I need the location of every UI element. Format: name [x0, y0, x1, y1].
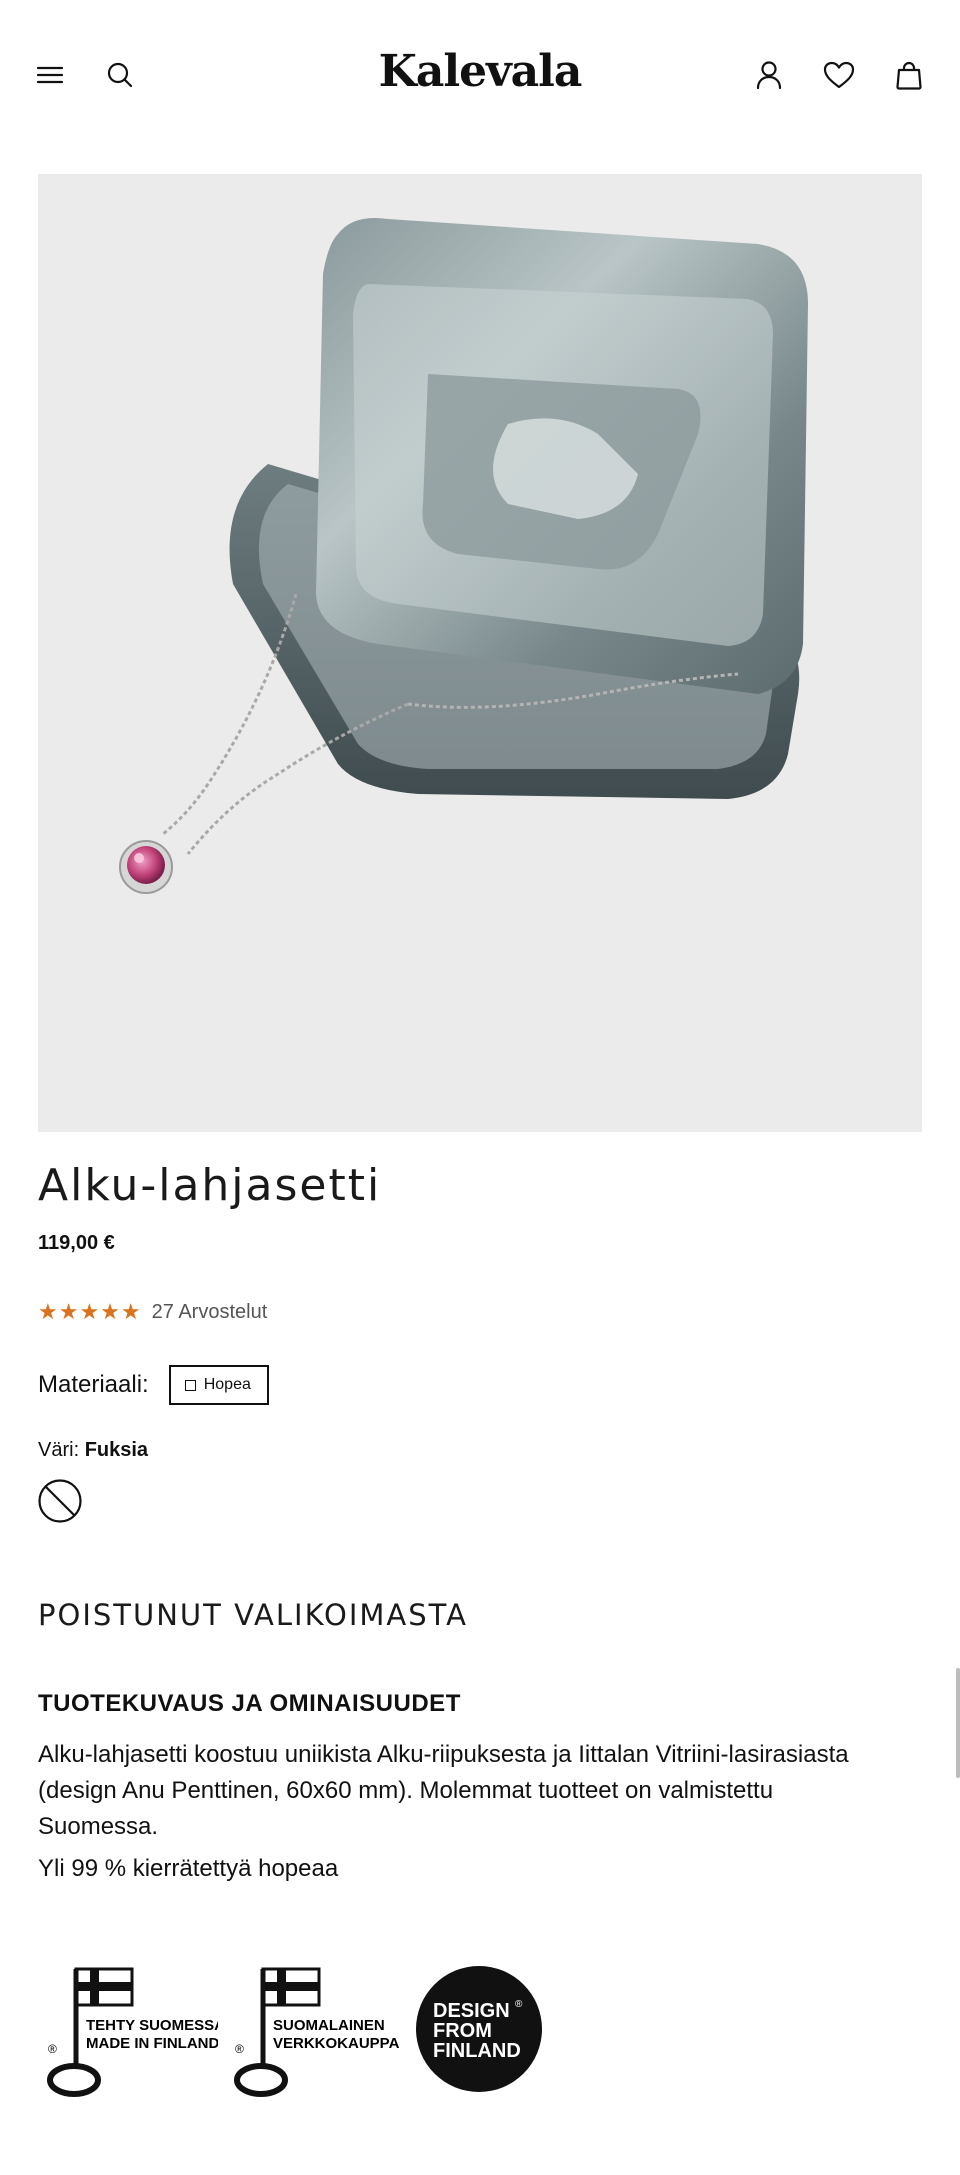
- reviews-link[interactable]: 27 Arvostelut: [152, 1301, 268, 1324]
- color-label: Väri:: [38, 1439, 80, 1461]
- color-value: Fuksia: [84, 1439, 149, 1461]
- star-rating-icon: ★★★★★: [38, 1300, 142, 1325]
- product-title: Alku-lahjasetti: [38, 1160, 382, 1211]
- recycled-note: Yli 99 % kierrätettyä hopeaa: [38, 1855, 339, 1882]
- badge1-line2: MADE IN FINLAND: [86, 2035, 218, 2052]
- material-option-hopea[interactable]: Hopea: [168, 1365, 269, 1405]
- badge1-line1: TEHTY SUOMESSA: [86, 2017, 218, 2034]
- product-price: 119,00 €: [38, 1232, 115, 1254]
- site-logo[interactable]: Kalevala: [0, 46, 960, 97]
- heart-icon[interactable]: [819, 55, 859, 95]
- scrollbar[interactable]: [956, 1668, 960, 1778]
- badge3-line3: FINLAND: [433, 2040, 521, 2062]
- description-heading: TUOTEKUVAUS JA OMINAISUUDET: [38, 1690, 461, 1717]
- product-image[interactable]: [38, 174, 922, 1132]
- availability-status: POISTUNUT VALIKOIMASTA: [38, 1598, 468, 1632]
- color-label-row: Väri: Fuksia: [38, 1439, 148, 1462]
- badge3-line1: DESIGN: [433, 2000, 510, 2022]
- color-swatch-unavailable[interactable]: [38, 1479, 82, 1523]
- square-icon: [184, 1379, 196, 1391]
- svg-text:®: ®: [515, 1999, 523, 2010]
- badge3-line2: FROM: [433, 2020, 492, 2042]
- material-selector: Materiaali: Hopea: [38, 1365, 269, 1405]
- finnish-webshop-badge: SUOMALAINEN VERKKOKAUPPA ®: [225, 1965, 405, 2105]
- design-from-finland-badge: DESIGN FROM FINLAND ®: [415, 1965, 545, 2100]
- svg-text:®: ®: [48, 2042, 57, 2056]
- bag-icon[interactable]: [889, 55, 929, 95]
- account-icon[interactable]: [749, 55, 789, 95]
- made-in-finland-badge: TEHTY SUOMESSA MADE IN FINLAND ®: [38, 1965, 225, 2105]
- svg-text:®: ®: [235, 2042, 244, 2056]
- site-header: Kalevala: [0, 0, 960, 152]
- badge2-line1: SUOMALAINEN: [273, 2017, 385, 2034]
- description-text: Alku-lahjasetti koostuu uniikista Alku-r…: [38, 1741, 849, 1840]
- material-label: Materiaali:: [38, 1371, 149, 1398]
- badge2-line2: VERKKOKAUPPA: [273, 2035, 400, 2052]
- rating[interactable]: ★★★★★ 27 Arvostelut: [38, 1300, 267, 1325]
- material-option-label: Hopea: [203, 1376, 251, 1393]
